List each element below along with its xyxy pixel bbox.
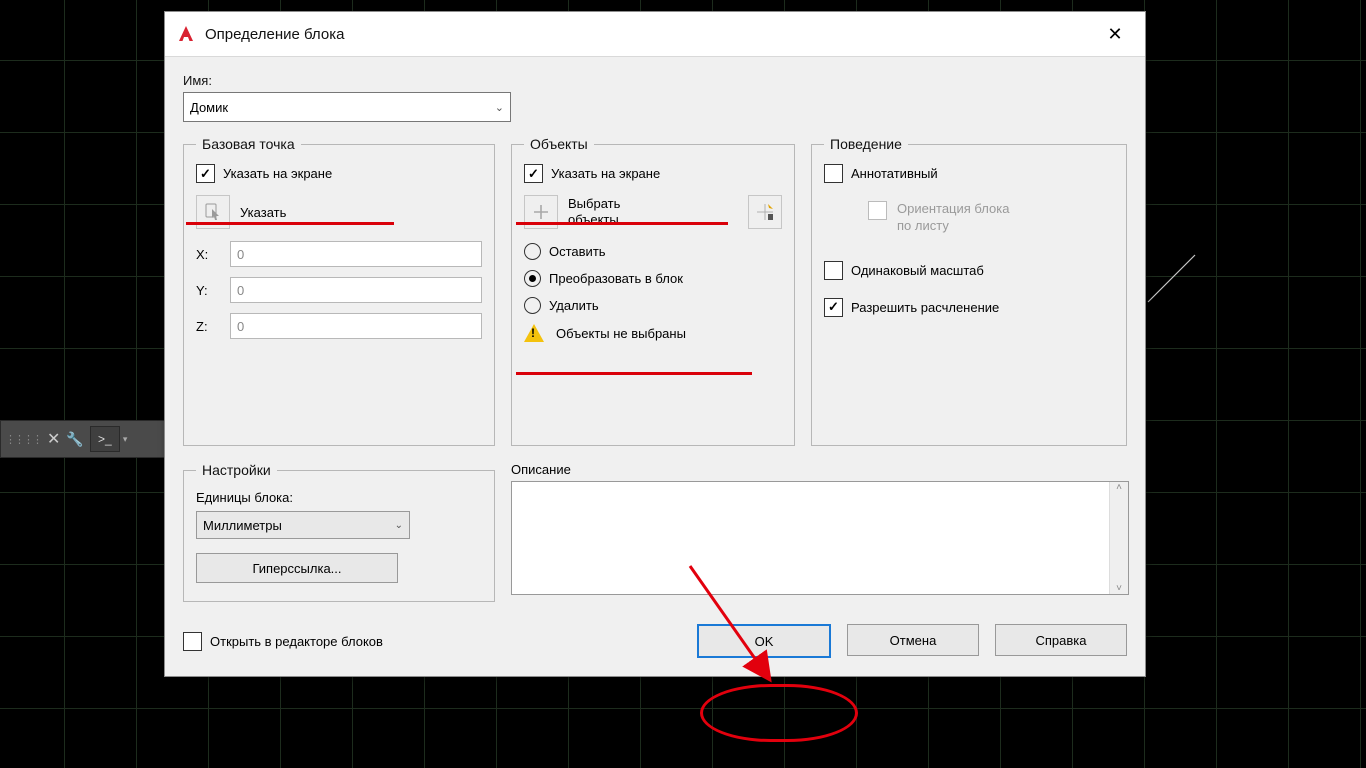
select-objects-line2: объекты	[568, 212, 620, 228]
name-label: Имя:	[183, 73, 1127, 88]
convert-label: Преобразовать в блок	[549, 271, 683, 286]
ok-button[interactable]: OK	[697, 624, 831, 658]
dialog-title: Определение блока	[205, 26, 344, 43]
uniform-scale-label: Одинаковый масштаб	[851, 263, 984, 278]
open-in-editor-checkbox[interactable]	[183, 632, 202, 651]
title-bar: Определение блока ✕	[165, 12, 1145, 57]
convert-radio[interactable]	[524, 270, 541, 287]
description-textarea[interactable]: ˄˅	[511, 481, 1129, 595]
select-objects-line1: Выбрать	[568, 196, 620, 212]
x-label: X:	[196, 247, 216, 262]
wrench-icon[interactable]: 🔧	[66, 431, 83, 448]
uniform-scale-checkbox[interactable]	[824, 261, 843, 280]
chevron-down-icon: ⌄	[495, 101, 504, 114]
close-icon[interactable]: ✕	[1095, 24, 1135, 45]
close-panel-icon[interactable]: ✕	[47, 429, 60, 449]
block-units-combo[interactable]: Миллиметры ⌄	[196, 511, 410, 539]
block-name-value: Домик	[190, 100, 228, 115]
retain-label: Оставить	[549, 244, 606, 259]
warning-icon	[524, 324, 544, 342]
z-label: Z:	[196, 319, 216, 334]
basepoint-specify-label: Указать на экране	[223, 166, 332, 181]
hyperlink-button[interactable]: Гиперссылка...	[196, 553, 398, 583]
y-label: Y:	[196, 283, 216, 298]
block-units-label: Единицы блока:	[196, 490, 482, 505]
pick-point-label: Указать	[240, 205, 286, 220]
no-objects-label: Объекты не выбраны	[556, 326, 686, 341]
background-panel-toolbar: ⋮⋮⋮⋮ ✕ 🔧 >_ ▾	[0, 420, 165, 458]
objects-specify-label: Указать на экране	[551, 166, 660, 181]
cancel-button[interactable]: Отмена	[847, 624, 979, 656]
basepoint-specify-checkbox[interactable]	[196, 164, 215, 183]
z-input[interactable]	[230, 313, 482, 339]
delete-radio[interactable]	[524, 297, 541, 314]
orientation-line1: Ориентация блока	[897, 201, 1009, 216]
y-input[interactable]	[230, 277, 482, 303]
objects-specify-checkbox[interactable]	[524, 164, 543, 183]
scrollbar[interactable]: ˄˅	[1109, 482, 1128, 594]
behavior-legend: Поведение	[824, 136, 908, 152]
chevron-down-icon: ⌄	[395, 520, 403, 531]
app-icon	[175, 23, 197, 45]
select-objects-icon	[524, 195, 558, 229]
block-units-value: Миллиметры	[203, 518, 282, 533]
description-label: Описание	[511, 462, 1129, 477]
dropdown-icon[interactable]: ▾	[123, 434, 128, 445]
retain-radio[interactable]	[524, 243, 541, 260]
annotative-checkbox[interactable]	[824, 164, 843, 183]
base-point-legend: Базовая точка	[196, 136, 301, 152]
delete-label: Удалить	[549, 298, 599, 313]
objects-group: Объекты Указать на экране Выбрать объект…	[511, 136, 795, 446]
annotative-label: Аннотативный	[851, 166, 938, 181]
allow-explode-checkbox[interactable]	[824, 298, 843, 317]
quick-select-icon	[748, 195, 782, 229]
orientation-checkbox	[868, 201, 887, 220]
orientation-line2: по листу	[897, 218, 949, 233]
block-name-combo[interactable]: Домик ⌄	[183, 92, 511, 122]
settings-legend: Настройки	[196, 462, 277, 478]
behavior-group: Поведение Аннотативный Ориентация блока …	[811, 136, 1127, 446]
command-line-button[interactable]: >_	[90, 426, 120, 452]
block-definition-dialog: Определение блока ✕ Имя: Домик ⌄ Базовая…	[164, 11, 1146, 677]
objects-legend: Объекты	[524, 136, 594, 152]
help-button[interactable]: Справка	[995, 624, 1127, 656]
allow-explode-label: Разрешить расчленение	[851, 300, 999, 315]
base-point-group: Базовая точка Указать на экране Указать …	[183, 136, 495, 446]
x-input[interactable]	[230, 241, 482, 267]
settings-group: Настройки Единицы блока: Миллиметры ⌄ Ги…	[183, 462, 495, 602]
open-in-editor-label: Открыть в редакторе блоков	[210, 634, 383, 649]
pick-point-icon	[196, 195, 230, 229]
